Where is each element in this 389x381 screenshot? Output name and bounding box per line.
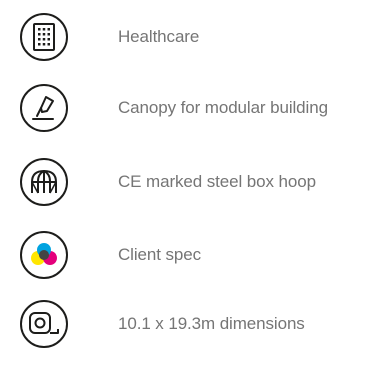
- pen-design-icon: [20, 84, 68, 132]
- feature-item-client-spec: Client spec: [20, 229, 389, 281]
- feature-item-canopy: Canopy for modular building: [20, 82, 389, 134]
- hospital-building-icon: [20, 13, 68, 61]
- color-circles-icon: [20, 231, 68, 279]
- feature-label: Canopy for modular building: [118, 98, 328, 117]
- feature-item-healthcare: Healthcare: [20, 11, 389, 63]
- tape-measure-icon: [20, 300, 68, 348]
- feature-label: CE marked steel box hoop: [118, 172, 316, 191]
- feature-label: Healthcare: [118, 27, 200, 46]
- feature-list: Healthcare Canopy for modular building C…: [0, 0, 389, 381]
- feature-label: Client spec: [118, 245, 201, 264]
- hoop-frame-icon: [20, 158, 68, 206]
- feature-item-hoop: CE marked steel box hoop: [20, 156, 389, 208]
- feature-label: 10.1 x 19.3m dimensions: [118, 314, 305, 333]
- feature-item-dimensions: 10.1 x 19.3m dimensions: [20, 298, 389, 350]
